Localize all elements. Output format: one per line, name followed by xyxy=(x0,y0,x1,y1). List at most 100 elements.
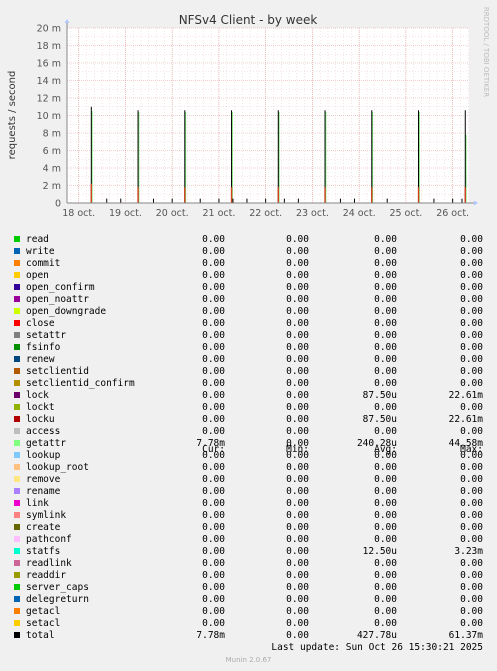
legend-max: 61.37m xyxy=(448,630,483,641)
legend-max: 44.58m xyxy=(448,438,483,449)
legend-name: commit xyxy=(26,258,61,269)
legend-row-symlink: symlink 0.00 0.00 0.00 0.00 xyxy=(0,510,497,522)
y-tick-label: 20 m xyxy=(37,24,61,35)
legend-cur: 7.78m xyxy=(196,438,225,449)
legend-swatch xyxy=(14,488,20,494)
legend-row-readdir: readdir 0.00 0.00 0.00 0.00 xyxy=(0,570,497,582)
legend-max: 3.23m xyxy=(454,546,483,557)
legend-cur: 0.00 xyxy=(202,282,225,293)
legend-name: open_downgrade xyxy=(26,306,107,317)
legend-name: lockt xyxy=(26,402,55,413)
legend-swatch xyxy=(14,572,20,578)
legend-cur: 0.00 xyxy=(202,594,225,605)
legend-avg: 0.00 xyxy=(374,354,397,365)
legend-min: 0.00 xyxy=(286,330,309,341)
legend-name: pathconf xyxy=(26,534,72,545)
legend-avg: 0.00 xyxy=(374,486,397,497)
legend-max: 22.61m xyxy=(448,390,483,401)
x-tick-label: 26 oct. xyxy=(436,208,469,219)
legend-cur: 0.00 xyxy=(202,342,225,353)
legend-min: 0.00 xyxy=(286,258,309,269)
y-tick-label: 12 m xyxy=(37,94,61,105)
legend-avg: 0.00 xyxy=(374,606,397,617)
legend-swatch xyxy=(14,284,20,290)
legend-avg: 0.00 xyxy=(374,318,397,329)
legend-name: renew xyxy=(26,354,55,365)
legend-min: 0.00 xyxy=(286,450,309,461)
last-update: Last update: Sun Oct 26 15:30:21 2025 xyxy=(271,642,483,653)
y-tick-label: 16 m xyxy=(37,59,61,70)
x-tick-label: 21 oct. xyxy=(202,208,235,219)
legend-max: 0.00 xyxy=(460,366,483,377)
legend-swatch xyxy=(14,620,20,626)
legend-swatch xyxy=(14,512,20,518)
legend-max: 0.00 xyxy=(460,378,483,389)
legend-cur: 0.00 xyxy=(202,246,225,257)
x-tick-label: 23 oct. xyxy=(296,208,329,219)
legend-row-getacl: getacl 0.00 0.00 0.00 0.00 xyxy=(0,606,497,618)
legend-swatch xyxy=(14,344,20,350)
legend-cur: 7.78m xyxy=(196,630,225,641)
legend-row-setclientid: setclientid 0.00 0.00 0.00 0.00 xyxy=(0,366,497,378)
legend-cur: 0.00 xyxy=(202,570,225,581)
legend-max: 0.00 xyxy=(460,318,483,329)
legend-max: 0.00 xyxy=(460,462,483,473)
legend-row-lockt: lockt 0.00 0.00 0.00 0.00 xyxy=(0,402,497,414)
legend-avg: 0.00 xyxy=(374,234,397,245)
legend-name: read xyxy=(26,234,49,245)
legend-avg: 0.00 xyxy=(374,558,397,569)
legend-min: 0.00 xyxy=(286,522,309,533)
legend-row-remove: remove 0.00 0.00 0.00 0.00 xyxy=(0,474,497,486)
legend-swatch xyxy=(14,308,20,314)
legend-row-setacl: setacl 0.00 0.00 0.00 0.00 xyxy=(0,618,497,630)
chart-title: NFSv4 Client - by week xyxy=(179,13,318,27)
legend-max: 0.00 xyxy=(460,282,483,293)
legend-min: 0.00 xyxy=(286,558,309,569)
legend-avg: 0.00 xyxy=(374,258,397,269)
legend-avg: 0.00 xyxy=(374,378,397,389)
legend-min: 0.00 xyxy=(286,246,309,257)
legend-max: 0.00 xyxy=(460,498,483,509)
footer: Munin 2.0.67 xyxy=(225,656,272,664)
legend-cur: 0.00 xyxy=(202,402,225,413)
legend-min: 0.00 xyxy=(286,630,309,641)
legend-avg: 0.00 xyxy=(374,246,397,257)
legend-max: 0.00 xyxy=(460,270,483,281)
legend-row-locku: locku 0.00 0.00 87.50u 22.61m xyxy=(0,414,497,426)
legend-swatch xyxy=(14,356,20,362)
legend-min: 0.00 xyxy=(286,402,309,413)
y-axis-arrow xyxy=(64,19,70,23)
legend-min: 0.00 xyxy=(286,474,309,485)
legend-swatch xyxy=(14,596,20,602)
legend-row-server_caps: server_caps 0.00 0.00 0.00 0.00 xyxy=(0,582,497,594)
legend-min: 0.00 xyxy=(286,390,309,401)
legend-min: 0.00 xyxy=(286,498,309,509)
legend-cur: 0.00 xyxy=(202,510,225,521)
y-tick-label: 4 m xyxy=(43,164,61,175)
legend-min: 0.00 xyxy=(286,426,309,437)
legend-max: 0.00 xyxy=(460,606,483,617)
legend-swatch xyxy=(14,248,20,254)
legend-min: 0.00 xyxy=(286,546,309,557)
legend-cur: 0.00 xyxy=(202,522,225,533)
legend-swatch xyxy=(14,392,20,398)
legend-avg: 0.00 xyxy=(374,426,397,437)
legend-avg: 0.00 xyxy=(374,522,397,533)
legend-avg: 0.00 xyxy=(374,570,397,581)
legend-min: 0.00 xyxy=(286,234,309,245)
x-tick-label: 19 oct. xyxy=(109,208,142,219)
legend-avg: 0.00 xyxy=(374,330,397,341)
legend-max: 0.00 xyxy=(460,354,483,365)
legend-cur: 0.00 xyxy=(202,414,225,425)
legend-avg: 0.00 xyxy=(374,594,397,605)
x-tick-label: 18 oct. xyxy=(62,208,95,219)
legend-avg: 0.00 xyxy=(374,498,397,509)
legend-name: lookup_root xyxy=(26,462,89,473)
legend-avg: 427.78u xyxy=(356,630,397,641)
legend-max: 0.00 xyxy=(460,618,483,629)
legend-row-total: total 7.78m 0.00 427.78u 61.37m xyxy=(0,630,497,642)
legend-avg: 0.00 xyxy=(374,462,397,473)
legend-cur: 0.00 xyxy=(202,390,225,401)
y-tick-label: 0 xyxy=(55,199,61,210)
legend-max: 0.00 xyxy=(460,510,483,521)
